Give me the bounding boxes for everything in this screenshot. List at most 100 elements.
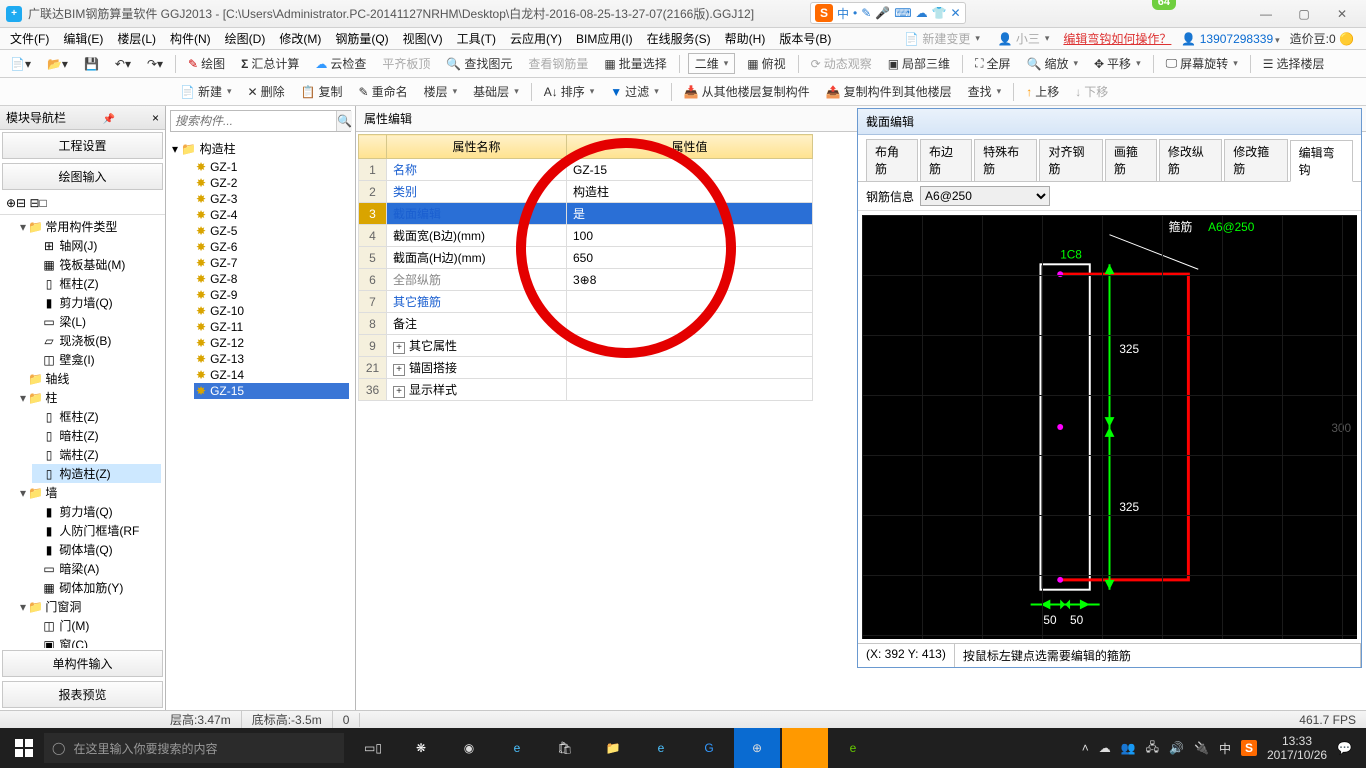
base-floor-select[interactable]: 基础层 xyxy=(469,81,523,102)
filter-button[interactable]: ▼过滤 xyxy=(606,81,662,102)
menu-tools[interactable]: 工具(T) xyxy=(451,28,502,49)
property-row[interactable]: 5截面高(H边)(mm)650 xyxy=(359,247,813,269)
taskbar-search[interactable]: ◯ 在这里输入你要搜索的内容 xyxy=(44,733,344,763)
floor-select[interactable]: 楼层 xyxy=(420,81,462,102)
ime-voice-icon[interactable]: 🎤 xyxy=(875,6,890,20)
menu-floor[interactable]: 楼层(L) xyxy=(111,28,162,49)
tree-node[interactable]: ▮ 砌体墙(Q) xyxy=(32,540,161,559)
summary-button[interactable]: Σ 汇总计算 xyxy=(237,53,303,74)
tree-node[interactable]: ▾📁 门窗洞 xyxy=(18,597,161,616)
component-item[interactable]: ✸ GZ-7 xyxy=(194,255,349,271)
property-row[interactable]: 3截面编辑是 xyxy=(359,203,813,225)
start-button[interactable] xyxy=(4,728,44,768)
section-tab[interactable]: 特殊布筋 xyxy=(974,139,1037,181)
cloud-check-button[interactable]: ☁云检查 xyxy=(311,53,370,74)
nav-close-icon[interactable]: × xyxy=(152,111,159,125)
new-file-icon[interactable]: 📄▾ xyxy=(6,55,35,73)
view-rebar-button[interactable]: 查看钢筋量 xyxy=(524,53,592,74)
tray-network-icon[interactable]: 🖧 xyxy=(1146,738,1159,759)
pan-button[interactable]: ✥平移 xyxy=(1090,53,1145,74)
app-orange-icon[interactable] xyxy=(782,728,828,768)
ime-cloud-icon[interactable]: ☁ xyxy=(916,6,928,20)
tree-node[interactable]: ▦ 砌体加筋(Y) xyxy=(32,578,161,597)
maximize-button[interactable]: ▢ xyxy=(1290,7,1318,21)
app-g-icon[interactable]: G xyxy=(686,728,732,768)
minimize-button[interactable]: — xyxy=(1252,7,1280,21)
rebar-info-select[interactable]: A6@250 xyxy=(920,186,1050,206)
2d-select[interactable]: 二维 xyxy=(688,53,736,74)
move-up-button[interactable]: ↑上移 xyxy=(1022,81,1063,102)
app-swirl-icon[interactable]: ❋ xyxy=(398,728,444,768)
close-button[interactable]: ✕ xyxy=(1328,7,1356,21)
menu-modify[interactable]: 修改(M) xyxy=(273,28,327,49)
tray-ime-icon[interactable]: 中 xyxy=(1219,740,1231,757)
component-item[interactable]: ✸ GZ-14 xyxy=(194,367,349,383)
tray-battery-icon[interactable]: 🔌 xyxy=(1194,741,1209,755)
component-item[interactable]: ✸ GZ-6 xyxy=(194,239,349,255)
ime-toolbar[interactable]: S 中 • ✎ 🎤 ⌨ ☁ 👕 ✕ xyxy=(810,2,966,24)
section-tab[interactable]: 修改纵筋 xyxy=(1159,139,1222,181)
tree-node[interactable]: ◫ 门(M) xyxy=(32,616,161,635)
app-edge-icon[interactable]: e xyxy=(494,728,540,768)
hint-link[interactable]: 编辑弯钩如何操作？ xyxy=(1063,30,1171,47)
tree-node[interactable]: ▯ 端柱(Z) xyxy=(32,445,161,464)
menu-edit[interactable]: 编辑(E) xyxy=(57,28,109,49)
screen-rotate-button[interactable]: 🖵屏幕旋转 xyxy=(1162,53,1242,74)
ime-handwrite-icon[interactable]: ✎ xyxy=(861,6,871,20)
property-row[interactable]: 8备注 xyxy=(359,313,813,335)
align-slab-button[interactable]: 平齐板顶 xyxy=(378,53,434,74)
copy-to-floor-button[interactable]: 📤复制构件到其他楼层 xyxy=(822,81,956,102)
component-item[interactable]: ✸ GZ-11 xyxy=(194,319,349,335)
property-row[interactable]: 4截面宽(B边)(mm)100 xyxy=(359,225,813,247)
rename-button[interactable]: ✎重命名 xyxy=(355,81,412,102)
section-tab[interactable]: 画箍筋 xyxy=(1105,139,1157,181)
new-component-button[interactable]: 📄新建 xyxy=(176,81,236,102)
component-item[interactable]: ✸ GZ-12 xyxy=(194,335,349,351)
sort-button[interactable]: A↓排序 xyxy=(540,81,599,102)
undo-icon[interactable]: ↶▾ xyxy=(111,55,135,73)
group-collapse-icon[interactable]: ▾ xyxy=(172,142,178,156)
tray-onedrive-icon[interactable]: ☁ xyxy=(1099,741,1111,755)
tray-people-icon[interactable]: 👥 xyxy=(1121,741,1136,755)
tree-expand-icon[interactable]: ⊕⊟ xyxy=(6,196,26,210)
menu-rebar[interactable]: 钢筋量(Q) xyxy=(329,28,394,49)
app-360-icon[interactable]: e xyxy=(830,728,876,768)
menu-online[interactable]: 在线服务(S) xyxy=(641,28,717,49)
ime-keyboard-icon[interactable]: ⌨ xyxy=(894,6,911,20)
section-tab[interactable]: 布边筋 xyxy=(920,139,972,181)
component-item[interactable]: ✸ GZ-8 xyxy=(194,271,349,287)
component-item[interactable]: ✸ GZ-10 xyxy=(194,303,349,319)
nav-section-draw[interactable]: 绘图输入 xyxy=(2,163,163,190)
nav-section-report[interactable]: 报表预览 xyxy=(2,681,163,708)
component-list[interactable]: ▾ 📁 构造柱 ✸ GZ-1✸ GZ-2✸ GZ-3✸ GZ-4✸ GZ-5✸ … xyxy=(166,136,355,710)
menu-bim[interactable]: BIM应用(I) xyxy=(570,28,639,49)
property-row[interactable]: 36+显示样式 xyxy=(359,379,813,401)
find-element-button[interactable]: 🔍查找图元 xyxy=(442,53,516,74)
tree-collapse-icon[interactable]: ⊟□ xyxy=(29,196,46,210)
component-item[interactable]: ✸ GZ-4 xyxy=(194,207,349,223)
tree-node[interactable]: ▾📁 常用构件类型 xyxy=(18,217,161,236)
ime-skin-icon[interactable]: 👕 xyxy=(932,6,947,20)
search-input[interactable] xyxy=(171,111,336,131)
tree-node[interactable]: ▮ 剪力墙(Q) xyxy=(32,293,161,312)
fullscreen-button[interactable]: ⛶全屏 xyxy=(971,53,1014,74)
section-canvas[interactable]: 箍筋 A6@250 325 325 300 xyxy=(862,215,1357,639)
component-item[interactable]: ✸ GZ-9 xyxy=(194,287,349,303)
section-tab[interactable]: 编辑弯钩 xyxy=(1290,140,1353,182)
section-tab[interactable]: 修改箍筋 xyxy=(1224,139,1287,181)
tree-node[interactable]: ▯ 暗柱(Z) xyxy=(32,426,161,445)
menu-draw[interactable]: 绘图(D) xyxy=(219,28,272,49)
tree-node[interactable]: ▯ 框柱(Z) xyxy=(32,407,161,426)
search-button[interactable]: 🔍 xyxy=(336,111,352,131)
copy-button[interactable]: 📋复制 xyxy=(297,81,347,102)
tree-node[interactable]: ▱ 现浇板(B) xyxy=(32,331,161,350)
property-row[interactable]: 7其它箍筋 xyxy=(359,291,813,313)
tree-node[interactable]: ▯ 构造柱(Z) xyxy=(32,464,161,483)
new-change-button[interactable]: 📄新建变更 xyxy=(900,28,984,49)
local-3d-button[interactable]: ▣局部三维 xyxy=(884,53,954,74)
tree-node[interactable]: ▮ 人防门框墙(RF xyxy=(32,521,161,540)
nav-section-settings[interactable]: 工程设置 xyxy=(2,132,163,159)
app-store-icon[interactable]: 🛍 xyxy=(542,728,588,768)
property-row[interactable]: 1名称GZ-15 xyxy=(359,159,813,181)
user-dd[interactable]: 👤小三 xyxy=(994,28,1054,49)
